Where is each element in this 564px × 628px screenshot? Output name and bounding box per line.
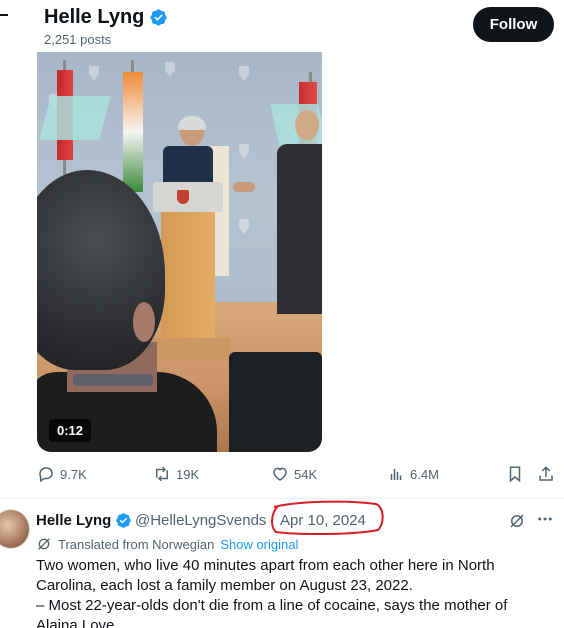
- tweet-text-line: Two women, who live 40 minutes apart fro…: [36, 557, 495, 574]
- podium-body: [161, 212, 215, 352]
- foreground-equipment: [229, 352, 322, 452]
- show-original-link[interactable]: Show original: [220, 537, 298, 552]
- tweet-author-name: Helle Lyng: [36, 512, 112, 529]
- wall-emblem-icon: [165, 62, 175, 77]
- profile-name: Helle Lyng: [44, 6, 168, 29]
- verified-badge-icon: [116, 513, 132, 528]
- podium-base: [145, 338, 231, 360]
- repost-icon: [156, 466, 168, 482]
- analytics-bar-icon: [390, 468, 402, 480]
- tweet-text-line: – Most 22-year-olds don't die from a lin…: [36, 597, 508, 614]
- reply-button[interactable]: 9.7K: [37, 465, 87, 483]
- teleprompter-left: [39, 96, 111, 140]
- translation-note: Translated from Norwegian Show original: [36, 536, 298, 552]
- wall-emblem-icon: [239, 144, 249, 159]
- share-button[interactable]: [537, 465, 560, 483]
- avatar[interactable]: [0, 509, 30, 549]
- more-options-icon[interactable]: [536, 510, 554, 528]
- tweet-body: Two women, who live 40 minutes apart fro…: [36, 556, 541, 628]
- views-button[interactable]: 6.4M: [387, 465, 439, 483]
- reply-icon: [39, 467, 53, 483]
- tweet-text-line: Carolina, each lost a family member on A…: [36, 577, 413, 594]
- wall-emblem-icon: [239, 66, 249, 81]
- wall-emblem-icon: [239, 219, 249, 234]
- person-right-body: [277, 144, 322, 314]
- video-player[interactable]: 0:12: [37, 52, 322, 452]
- person-left-hair: [178, 116, 206, 130]
- tweet-author[interactable]: Helle Lyng: [36, 512, 132, 529]
- foreground-collar: [73, 374, 153, 386]
- view-count: 6.4M: [410, 466, 439, 482]
- bookmark-button[interactable]: [506, 465, 529, 483]
- handshake: [233, 182, 255, 192]
- verified-badge-icon: [150, 9, 168, 26]
- translated-label: Translated from Norwegian: [58, 536, 215, 552]
- repost-button[interactable]: 19K: [153, 465, 199, 483]
- tweet-text-line: Alaina Love: [36, 617, 115, 628]
- action-bar: 9.7K 19K 54K 6.4M: [0, 462, 564, 488]
- follow-button[interactable]: Follow: [473, 7, 554, 42]
- like-button[interactable]: 54K: [271, 465, 317, 483]
- heart-icon: [273, 467, 287, 481]
- person-right-head: [295, 110, 319, 140]
- podium-emblem: [177, 190, 189, 204]
- profile-header: Helle Lyng 2,251 posts Follow: [0, 0, 564, 52]
- wall-emblem-icon: [89, 66, 99, 81]
- share-icon: [539, 466, 553, 481]
- flag-india: [123, 72, 143, 192]
- tweet-handle[interactable]: @HelleLyngSvends: [135, 512, 266, 529]
- red-annotation-circle: [271, 500, 384, 536]
- post-count: 2,251 posts: [44, 32, 112, 47]
- like-count: 54K: [294, 466, 318, 482]
- reply-count: 9.7K: [60, 466, 87, 482]
- video-duration-badge: 0:12: [49, 419, 92, 442]
- profile-name-text: Helle Lyng: [44, 6, 145, 28]
- grok-icon[interactable]: [508, 512, 526, 530]
- repost-count: 19K: [176, 466, 200, 482]
- translate-icon: [38, 538, 50, 550]
- bookmark-icon: [509, 466, 521, 483]
- foreground-ear: [133, 302, 155, 342]
